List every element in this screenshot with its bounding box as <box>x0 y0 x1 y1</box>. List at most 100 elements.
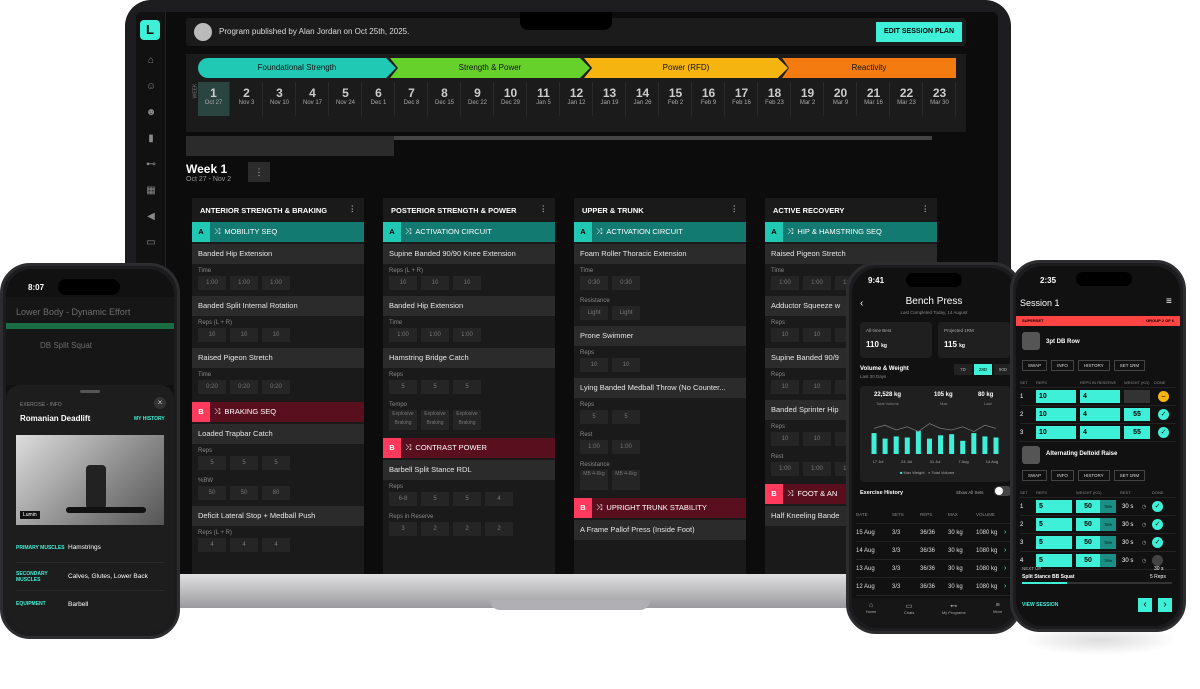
rir-input[interactable]: 4 <box>1080 408 1120 421</box>
exercise-name[interactable]: Raised Pigeon Stretch <box>192 348 364 368</box>
week-15[interactable]: 15 Feb 2 <box>660 82 692 116</box>
action-button[interactable]: INFO <box>1051 360 1074 371</box>
week-6[interactable]: 6 Dec 1 <box>363 82 395 116</box>
check-icon[interactable]: ✓ <box>1152 537 1163 548</box>
exercise-name[interactable]: Banded Split Internal Rotation <box>192 296 364 316</box>
home-icon[interactable]: ⌂ <box>144 54 158 68</box>
param-cell[interactable]: 0:30 <box>612 276 640 290</box>
my-history-link[interactable]: MY HISTORY <box>134 416 165 422</box>
param-cell[interactable]: 5 <box>421 380 449 394</box>
chat-icon[interactable]: ▭ <box>144 236 158 250</box>
action-button[interactable]: SWAP <box>1022 360 1048 371</box>
action-button[interactable]: HISTORY <box>1077 360 1110 371</box>
week-21[interactable]: 21 Mar 16 <box>858 82 890 116</box>
week-19[interactable]: 19 Mar 2 <box>792 82 824 116</box>
prev-button[interactable]: ‹ <box>1138 598 1152 612</box>
calendar-icon[interactable]: ▦ <box>144 184 158 198</box>
param-cell[interactable]: 5 <box>421 492 449 506</box>
param-cell[interactable]: 0:20 <box>198 380 226 394</box>
exercise-name[interactable]: A Frame Pallof Press (Inside Foot) <box>574 520 746 540</box>
sheet-handle[interactable] <box>80 390 100 393</box>
group-header[interactable]: A ⤨ ACTIVATION CIRCUIT <box>574 222 746 242</box>
week-1[interactable]: 1 Oct 27 <box>198 82 230 116</box>
nav-home[interactable]: ⌂ Home <box>866 602 877 628</box>
group-header[interactable]: A ⤨ HIP & HAMSTRING SEQ <box>765 222 937 242</box>
chevron-right-icon[interactable]: › <box>1004 547 1006 554</box>
tab-28d[interactable]: 28D <box>974 364 992 375</box>
param-cell[interactable]: 0:30 <box>580 276 608 290</box>
phase-foundational-strength[interactable]: Foundational Strength <box>198 58 396 78</box>
chevron-right-icon[interactable]: › <box>1004 529 1006 536</box>
param-cell[interactable]: Light <box>612 306 640 320</box>
param-cell[interactable]: 1:00 <box>803 462 831 476</box>
reps-input[interactable]: 10 <box>1036 408 1076 421</box>
week-20[interactable]: 20 Mar 9 <box>825 82 857 116</box>
reps-input[interactable]: 5 <box>1036 518 1072 531</box>
check-icon[interactable]: ✓ <box>1158 427 1169 438</box>
column-menu-icon[interactable]: ⋮ <box>731 204 739 213</box>
week-17[interactable]: 17 Feb 16 <box>726 82 758 116</box>
rir-input[interactable]: 4 <box>1080 390 1120 403</box>
exercise-name[interactable]: Loaded Trapbar Catch <box>192 424 364 444</box>
column-menu-icon[interactable]: ⋮ <box>540 204 548 213</box>
week-16[interactable]: 16 Feb 9 <box>693 82 725 116</box>
param-cell[interactable]: 4 <box>485 492 513 506</box>
exercise-name[interactable]: Foam Roller Thoracic Extension <box>574 244 746 264</box>
week-4[interactable]: 4 Nov 17 <box>297 82 329 116</box>
param-cell[interactable]: 10 <box>771 328 799 342</box>
weight-input[interactable]: 50 <box>1076 554 1100 567</box>
week-8[interactable]: 8 Dec 15 <box>429 82 461 116</box>
param-cell[interactable]: 2 <box>485 522 513 536</box>
param-cell[interactable]: 10 <box>771 380 799 394</box>
week-11[interactable]: 11 Jan 5 <box>528 82 560 116</box>
chevron-right-icon[interactable]: › <box>1004 583 1006 590</box>
history-row[interactable]: 15 Aug 3/3 36/36 30 kg 1080 kg › <box>856 524 1012 542</box>
param-cell[interactable]: 0:20 <box>230 380 258 394</box>
check-icon[interactable] <box>1152 555 1163 566</box>
param-cell[interactable]: Light <box>580 306 608 320</box>
view-session-link[interactable]: VIEW SESSION <box>1022 602 1058 608</box>
param-cell[interactable]: 5 <box>262 456 290 470</box>
close-icon[interactable]: × <box>154 397 166 409</box>
week-7[interactable]: 7 Dec 8 <box>396 82 428 116</box>
param-cell[interactable]: 10 <box>803 432 831 446</box>
group-header[interactable]: B ⤨ BRAKING SEQ <box>192 402 364 422</box>
param-cell[interactable]: Explosive Braking <box>421 410 449 430</box>
exercise-name[interactable]: Prone Swimmer <box>574 326 746 346</box>
param-cell[interactable]: 10 <box>612 358 640 372</box>
exercise-name[interactable]: Raised Pigeon Stretch <box>765 244 937 264</box>
history-row[interactable]: 12 Aug 3/3 36/36 30 kg 1080 kg › <box>856 578 1012 596</box>
check-icon[interactable]: ✓ <box>1152 519 1163 530</box>
week-22[interactable]: 22 Mar 23 <box>891 82 923 116</box>
param-cell[interactable]: 50 <box>230 486 258 500</box>
weight-input[interactable]: 55 <box>1124 408 1150 421</box>
param-cell[interactable]: 5 <box>389 380 417 394</box>
param-cell[interactable]: 5 <box>580 410 608 424</box>
reps-input[interactable]: 10 <box>1036 390 1076 403</box>
weight-input[interactable] <box>1124 390 1150 403</box>
param-cell[interactable]: 10 <box>580 358 608 372</box>
group-header[interactable]: A ⤨ ACTIVATION CIRCUIT <box>383 222 555 242</box>
param-cell[interactable]: 6-8 <box>389 492 417 506</box>
param-cell[interactable]: 10 <box>230 328 258 342</box>
param-cell[interactable]: 1:00 <box>612 440 640 454</box>
param-cell[interactable]: 4 <box>262 538 290 552</box>
param-cell[interactable]: MB 4-6kg <box>612 470 640 490</box>
group-header[interactable]: B ⤨ CONTRAST POWER <box>383 438 555 458</box>
week-18[interactable]: 18 Feb 23 <box>759 82 791 116</box>
exercise-name[interactable]: Lying Banded Medball Throw (No Counter..… <box>574 378 746 398</box>
group-header[interactable]: B ⤨ UPRIGHT TRUNK STABILITY <box>574 498 746 518</box>
app-logo[interactable]: L <box>140 20 160 40</box>
history-row[interactable]: 14 Aug 3/3 36/36 30 kg 1080 kg › <box>856 542 1012 560</box>
param-cell[interactable]: 10 <box>198 328 226 342</box>
nav-chats[interactable]: ▭ Chats <box>904 602 914 628</box>
param-cell[interactable]: 5 <box>453 380 481 394</box>
week-10[interactable]: 10 Dec 29 <box>495 82 527 116</box>
param-cell[interactable]: 1:00 <box>453 328 481 342</box>
week-2[interactable]: 2 Nov 3 <box>231 82 263 116</box>
menu-icon[interactable]: ≡ <box>1166 296 1172 307</box>
week-5[interactable]: 5 Nov 24 <box>330 82 362 116</box>
phase-reactivity[interactable]: Reactivity <box>782 58 956 78</box>
exercise-video[interactable]: Lumin <box>16 435 164 525</box>
exercise-name[interactable]: Barbell Split Stance RDL <box>383 460 555 480</box>
